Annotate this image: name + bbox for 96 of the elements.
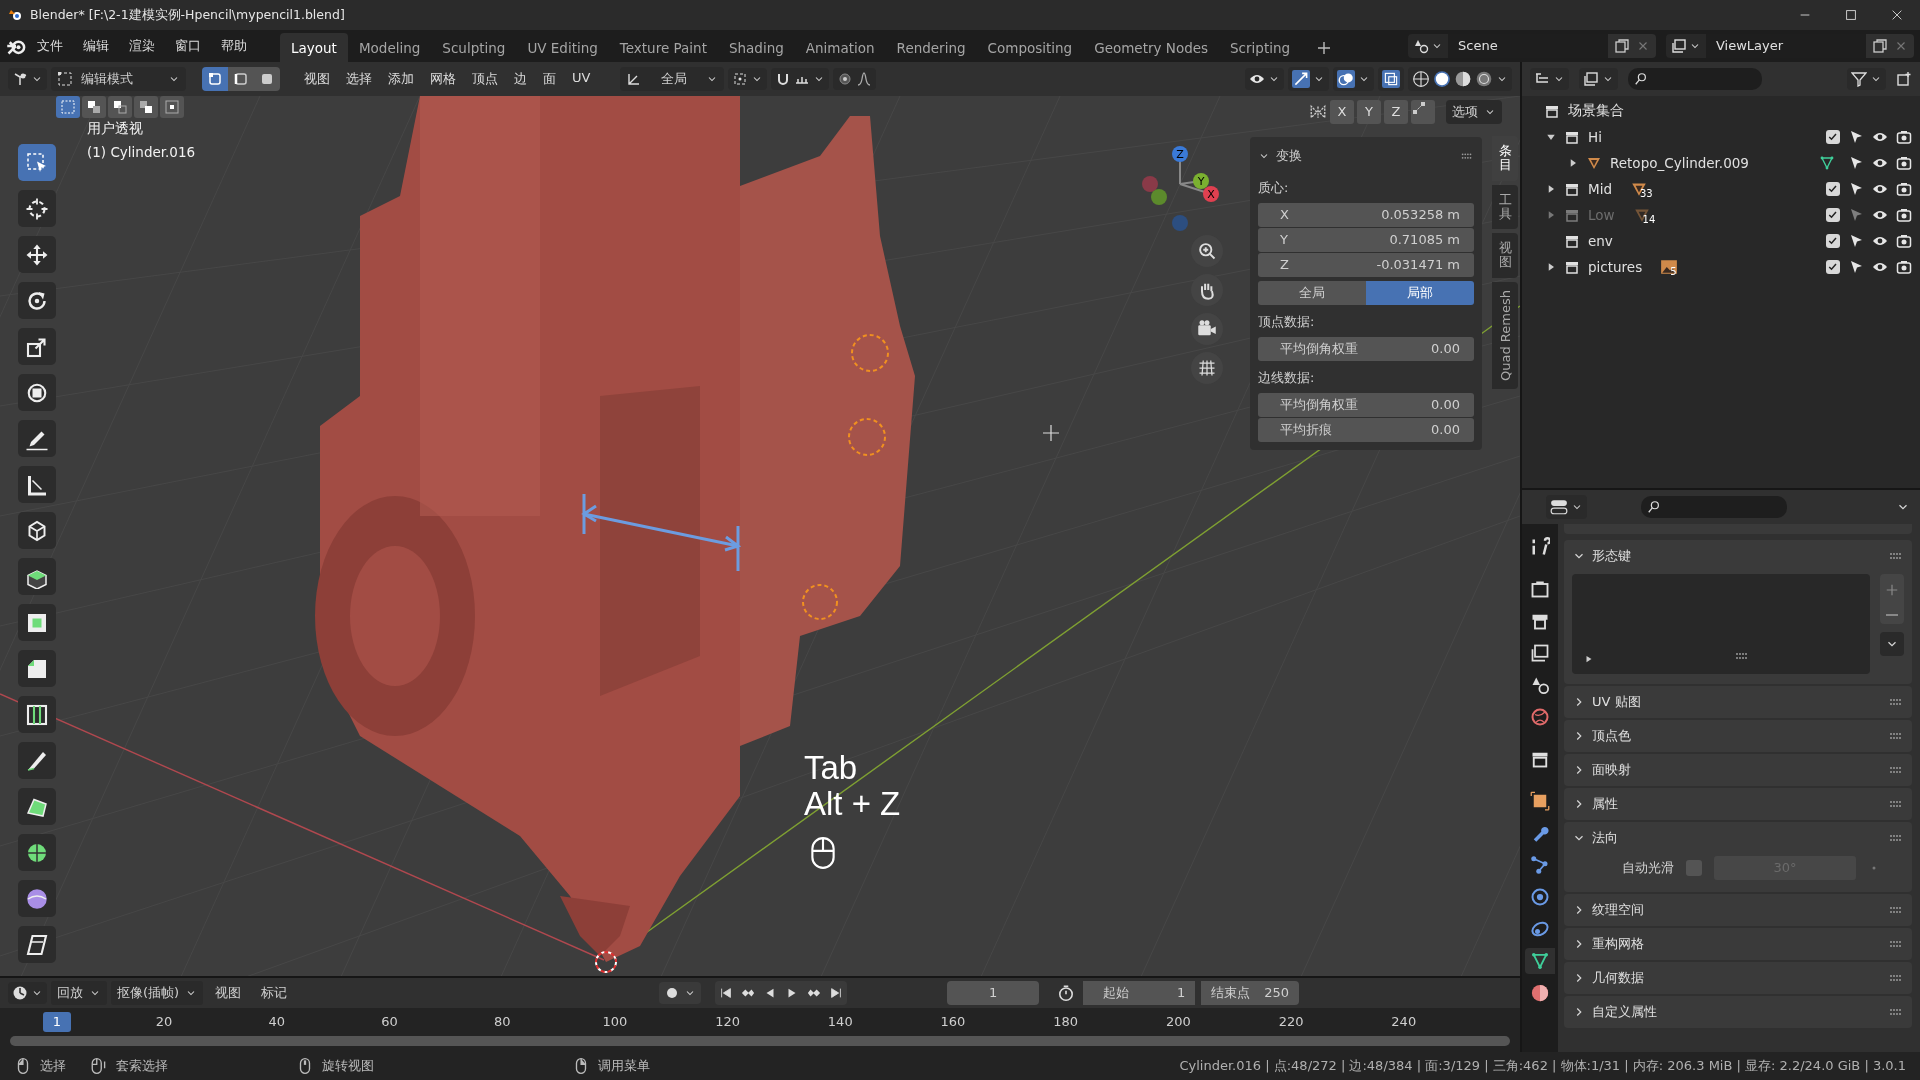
workspace-tab[interactable]: Layout (280, 33, 348, 62)
menu-item[interactable]: 文件 (28, 34, 72, 58)
panel-title[interactable]: 法向 (1592, 829, 1882, 847)
number-field[interactable]: 平均折痕 0.00 (1258, 418, 1474, 442)
frame-tick-label: 120 (715, 1014, 740, 1029)
mode-dropdown[interactable]: 编辑模式 (51, 67, 186, 91)
menu-item[interactable]: 选择 (338, 67, 380, 91)
frame-tick-label: 220 (1278, 1014, 1304, 1029)
menu-item[interactable]: 面 (535, 67, 564, 91)
key-hint-text: Alt + Z (804, 786, 901, 822)
status-hint: 选择 (40, 1057, 66, 1075)
active-object-name: (1) Cylinder.016 (87, 144, 196, 160)
panel-title[interactable]: 顶点色 (1592, 727, 1882, 745)
sidebar-tab[interactable]: 工具 (1492, 184, 1518, 230)
frame-tick-label: 160 (940, 1014, 966, 1029)
field-label: 边线数据: (1258, 369, 1316, 387)
number-field[interactable]: 平均倒角权重 0.00 (1258, 337, 1474, 361)
frame-tick-label: 60 (381, 1014, 398, 1029)
workspace-tab[interactable]: Modeling (347, 33, 432, 62)
child-count: 33 (1639, 188, 1653, 199)
panel-title[interactable]: 形态键 (1592, 547, 1882, 565)
status-stats: Cylinder.016 | 点:48/272 | 边:48/384 | 面:3/129 | 三角:462 | 物体:1/31 | 内存: 206.3 MiB | 显存: 2.2/24.0 GiB | 3.0.1 (1179, 1057, 1906, 1075)
dropdown-menu[interactable]: 回放 (51, 981, 107, 1005)
menu-item[interactable]: 网格 (422, 67, 464, 91)
options-dropdown[interactable]: 选项 (1446, 100, 1502, 124)
dropdown-menu[interactable]: 抠像(插帧) (111, 981, 204, 1005)
panel-title[interactable]: 几何数据 (1592, 969, 1882, 987)
workspace-tab[interactable]: Compositing (976, 33, 1084, 62)
coordinate-field[interactable]: Y 0.71085 m (1258, 228, 1474, 252)
frame-tick-label: 40 (268, 1014, 285, 1029)
axis-toggle[interactable]: X (1330, 100, 1354, 124)
child-count: 14 (1642, 214, 1656, 225)
frame-tick-label: 20 (155, 1014, 173, 1029)
workspace-tab[interactable]: Animation (794, 33, 886, 62)
frame-tick-label: 180 (1053, 1014, 1079, 1029)
status-hint: 套索选择 (116, 1057, 168, 1075)
menu-item[interactable]: UV (564, 67, 599, 91)
coordinate-field[interactable]: X 0.053258 m (1258, 203, 1474, 227)
orientation-dropdown[interactable]: 全局 (620, 67, 725, 91)
panel-title[interactable]: 自定义属性 (1592, 1003, 1882, 1021)
menu-item[interactable]: 视图 (207, 981, 250, 1005)
end-frame-field[interactable]: 结束点 250 (1201, 981, 1300, 1005)
space-toggle[interactable]: 全局 (1258, 281, 1366, 305)
status-hint: 旋转视图 (322, 1057, 374, 1075)
menu-item[interactable]: 边 (506, 67, 535, 91)
panel-title[interactable]: 纹理空间 (1592, 901, 1882, 919)
axis-toggle[interactable]: Y (1357, 100, 1381, 124)
frame-tick-label: 200 (1165, 1014, 1191, 1029)
number-field[interactable]: 平均倒角权重 0.00 (1258, 393, 1474, 417)
space-toggle[interactable]: 局部 (1366, 281, 1474, 305)
panel-title[interactable]: 重构网格 (1592, 935, 1882, 953)
workspace-tab[interactable]: Shading (717, 33, 795, 62)
outliner-item-name[interactable]: Mid (1588, 181, 1612, 197)
sidebar-tab[interactable]: 视图 (1492, 233, 1518, 278)
panel-title[interactable]: UV 贴图 (1592, 693, 1882, 711)
workspace-tab[interactable]: Scripting (1219, 33, 1302, 62)
status-hint: 调用菜单 (598, 1057, 650, 1075)
field-label: 自动光滑 (1622, 859, 1674, 877)
frame-tick-label: 80 (493, 1014, 511, 1029)
menu-item[interactable]: 帮助 (212, 34, 256, 58)
navigation-gizmo[interactable]: Z Y X (1142, 146, 1219, 231)
start-frame-field[interactable]: 起始 1 (1083, 981, 1196, 1005)
current-frame-marker[interactable]: 1 (43, 1012, 71, 1032)
key-hint-text: Tab (804, 750, 859, 786)
axis-toggle[interactable]: Z (1384, 100, 1408, 124)
menu-item[interactable]: 顶点 (464, 67, 506, 91)
panel-title: 变换 (1276, 147, 1303, 165)
panel-title[interactable]: 面映射 (1592, 761, 1882, 779)
menu-item[interactable]: 编辑 (74, 34, 118, 58)
workspace-tab[interactable]: UV Editing (516, 33, 609, 62)
field-label: 顶点数据: (1258, 313, 1316, 331)
workspace-tab[interactable]: Texture Paint (608, 33, 718, 62)
outliner-item-name[interactable]: Retopo_Cylinder.009 (1610, 155, 1749, 171)
workspace-tab[interactable]: Rendering (885, 33, 977, 62)
outliner-item-name[interactable]: env (1588, 233, 1613, 249)
view-name: 用户透视 (87, 120, 144, 138)
child-count: 5 (1670, 266, 1677, 277)
menu-item[interactable]: 添加 (380, 67, 422, 91)
frame-tick-label: 100 (602, 1014, 628, 1029)
field-label: 质心: (1258, 179, 1290, 197)
menu-item[interactable]: 标记 (253, 981, 296, 1005)
outliner-item-name[interactable]: pictures (1588, 259, 1643, 275)
menu-item[interactable]: 视图 (296, 67, 338, 91)
coordinate-field[interactable]: Z -0.031471 m (1258, 253, 1474, 277)
frame-tick-label: 140 (827, 1014, 853, 1029)
menu-item[interactable]: 窗口 (166, 34, 210, 58)
panel-title[interactable]: 属性 (1592, 795, 1882, 813)
menu-item[interactable]: 渲染 (120, 34, 164, 58)
workspace-tab[interactable]: Sculpting (431, 33, 517, 62)
workspace-tab[interactable]: Geometry Nodes (1083, 33, 1220, 62)
sidebar-tab[interactable]: Quad Remesh (1492, 281, 1518, 389)
collection-name[interactable]: 场景集合 (1568, 102, 1624, 120)
window-title: Blender* [F:\2-1建模实例-Hpencil\mypencil1.blend] (30, 6, 346, 24)
outliner-item-name[interactable]: Hi (1588, 129, 1602, 145)
frame-field[interactable]: 1 (947, 981, 1040, 1005)
frame-tick-label: 240 (1391, 1014, 1417, 1029)
